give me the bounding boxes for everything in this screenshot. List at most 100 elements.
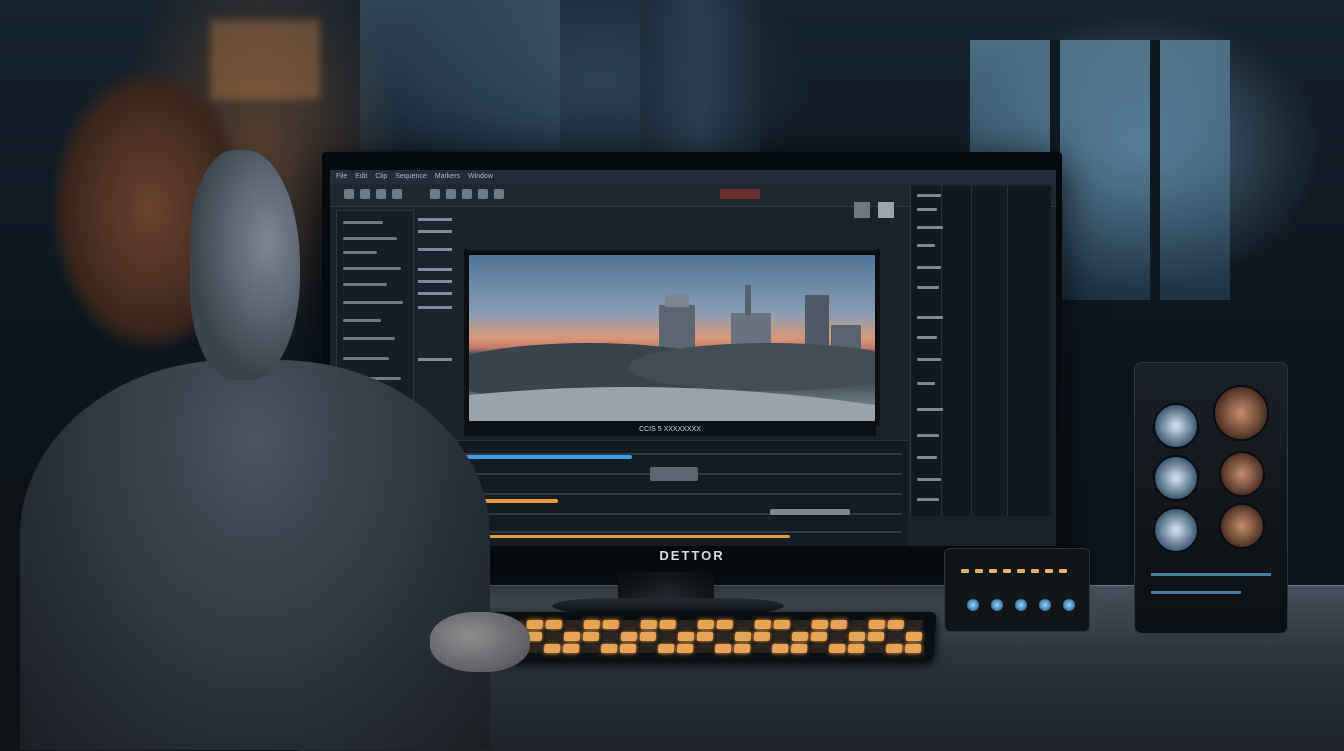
speaker-tower xyxy=(1134,362,1288,634)
zoom-icon[interactable] xyxy=(376,189,386,199)
keyboard-key[interactable] xyxy=(734,632,752,641)
keyboard-key[interactable] xyxy=(581,644,599,653)
keyboard-key[interactable] xyxy=(754,620,772,629)
keyboard-key[interactable] xyxy=(657,644,675,653)
keyboard-key[interactable] xyxy=(752,644,770,653)
menu-item[interactable]: Window xyxy=(468,173,493,180)
tool-icon[interactable] xyxy=(462,189,472,199)
keyboard-key[interactable] xyxy=(847,644,865,653)
thumbnail[interactable] xyxy=(878,202,894,218)
keyboard-key[interactable] xyxy=(791,632,809,641)
keyboard-key[interactable] xyxy=(562,644,580,653)
keyboard-key[interactable] xyxy=(582,632,600,641)
person-face xyxy=(190,150,300,380)
keyboard-key[interactable] xyxy=(658,632,676,641)
window-mullion xyxy=(1150,40,1160,300)
keyboard-key[interactable] xyxy=(620,632,638,641)
tool-icon[interactable] xyxy=(430,189,440,199)
keyboard-key[interactable] xyxy=(600,644,618,653)
keyboard-key[interactable] xyxy=(829,632,847,641)
cut-icon[interactable] xyxy=(360,189,370,199)
keyboard-key[interactable] xyxy=(601,632,619,641)
menu-item[interactable]: Edit xyxy=(355,173,367,180)
keyboard-key[interactable] xyxy=(905,632,923,641)
program-monitor[interactable] xyxy=(464,250,880,426)
keyboard-key[interactable] xyxy=(695,644,713,653)
keyboard-key[interactable] xyxy=(543,644,561,653)
keyboard-key[interactable] xyxy=(849,620,867,629)
thumbnail[interactable] xyxy=(854,202,870,218)
keyboard-key[interactable] xyxy=(810,632,828,641)
keyboard-key[interactable] xyxy=(716,620,734,629)
keyboard-key[interactable] xyxy=(602,620,620,629)
viewer-timecode: CCIS 5 XXXXXXXX xyxy=(464,424,876,436)
inspector-panel[interactable] xyxy=(910,186,1051,516)
keyboard-key[interactable] xyxy=(904,644,922,653)
keyboard-key[interactable] xyxy=(544,632,562,641)
keyboard-key[interactable] xyxy=(526,620,544,629)
video-clip[interactable] xyxy=(650,467,698,481)
keyboard-key[interactable] xyxy=(886,632,904,641)
keyboard-key[interactable] xyxy=(638,644,656,653)
keyboard-key[interactable] xyxy=(866,644,884,653)
keyboard-key[interactable] xyxy=(809,644,827,653)
keyboard-key[interactable] xyxy=(887,620,905,629)
background-window xyxy=(360,0,560,150)
keyboard-key[interactable] xyxy=(714,644,732,653)
keyboard-key[interactable] xyxy=(659,620,677,629)
keyboard-key[interactable] xyxy=(639,632,657,641)
keyboard-key[interactable] xyxy=(830,620,848,629)
keyboard-key[interactable] xyxy=(733,644,751,653)
keyboard-key[interactable] xyxy=(678,620,696,629)
knob[interactable] xyxy=(967,599,979,611)
knob[interactable] xyxy=(1039,599,1051,611)
keyboard-key[interactable] xyxy=(677,632,695,641)
keyboard-key[interactable] xyxy=(564,620,582,629)
keyboard-key[interactable] xyxy=(811,620,829,629)
tool-icon[interactable] xyxy=(478,189,488,199)
keyboard-key[interactable] xyxy=(790,644,808,653)
record-indicator[interactable] xyxy=(720,189,760,199)
menu-item[interactable]: Sequence xyxy=(395,173,427,180)
keyboard-key[interactable] xyxy=(792,620,810,629)
keyboard-key[interactable] xyxy=(885,644,903,653)
keyboard-key[interactable] xyxy=(715,632,733,641)
knob[interactable] xyxy=(1063,599,1075,611)
play-icon[interactable] xyxy=(344,189,354,199)
control-surface[interactable] xyxy=(944,548,1090,632)
knob[interactable] xyxy=(1015,599,1027,611)
keyboard-key[interactable] xyxy=(868,620,886,629)
audio-clip[interactable] xyxy=(770,509,850,515)
knob[interactable] xyxy=(991,599,1003,611)
keyboard-key[interactable] xyxy=(697,620,715,629)
effects-list[interactable] xyxy=(418,218,460,368)
settings-icon[interactable] xyxy=(392,189,402,199)
person-hand xyxy=(430,612,530,672)
tool-icon[interactable] xyxy=(494,189,504,199)
keyboard-key[interactable] xyxy=(771,644,789,653)
keyboard-key[interactable] xyxy=(619,644,637,653)
keyboard-key[interactable] xyxy=(696,632,714,641)
keyboard-key[interactable] xyxy=(753,632,771,641)
person-body xyxy=(20,360,490,750)
keyboard-key[interactable] xyxy=(545,620,563,629)
menu-bar: File Edit Clip Sequence Markers Window xyxy=(330,170,1056,184)
tool-icon[interactable] xyxy=(446,189,456,199)
keyboard-key[interactable] xyxy=(676,644,694,653)
keyboard-key[interactable] xyxy=(867,632,885,641)
keyboard-key[interactable] xyxy=(621,620,639,629)
keyboard-key[interactable] xyxy=(773,620,791,629)
keyboard-key[interactable] xyxy=(848,632,866,641)
menu-item[interactable]: Markers xyxy=(435,173,460,180)
menu-item[interactable]: Clip xyxy=(375,173,387,180)
keyboard-key[interactable] xyxy=(583,620,601,629)
keyboard-key[interactable] xyxy=(906,620,924,629)
background-pillar xyxy=(640,0,760,160)
keyboard-key[interactable] xyxy=(828,644,846,653)
menu-item[interactable]: File xyxy=(336,173,347,180)
keyboard-key[interactable] xyxy=(640,620,658,629)
keyboard-key[interactable] xyxy=(563,632,581,641)
keyboard-key[interactable] xyxy=(772,632,790,641)
keyboard-key[interactable] xyxy=(735,620,753,629)
video-frame-industrial-ruins xyxy=(469,255,875,421)
